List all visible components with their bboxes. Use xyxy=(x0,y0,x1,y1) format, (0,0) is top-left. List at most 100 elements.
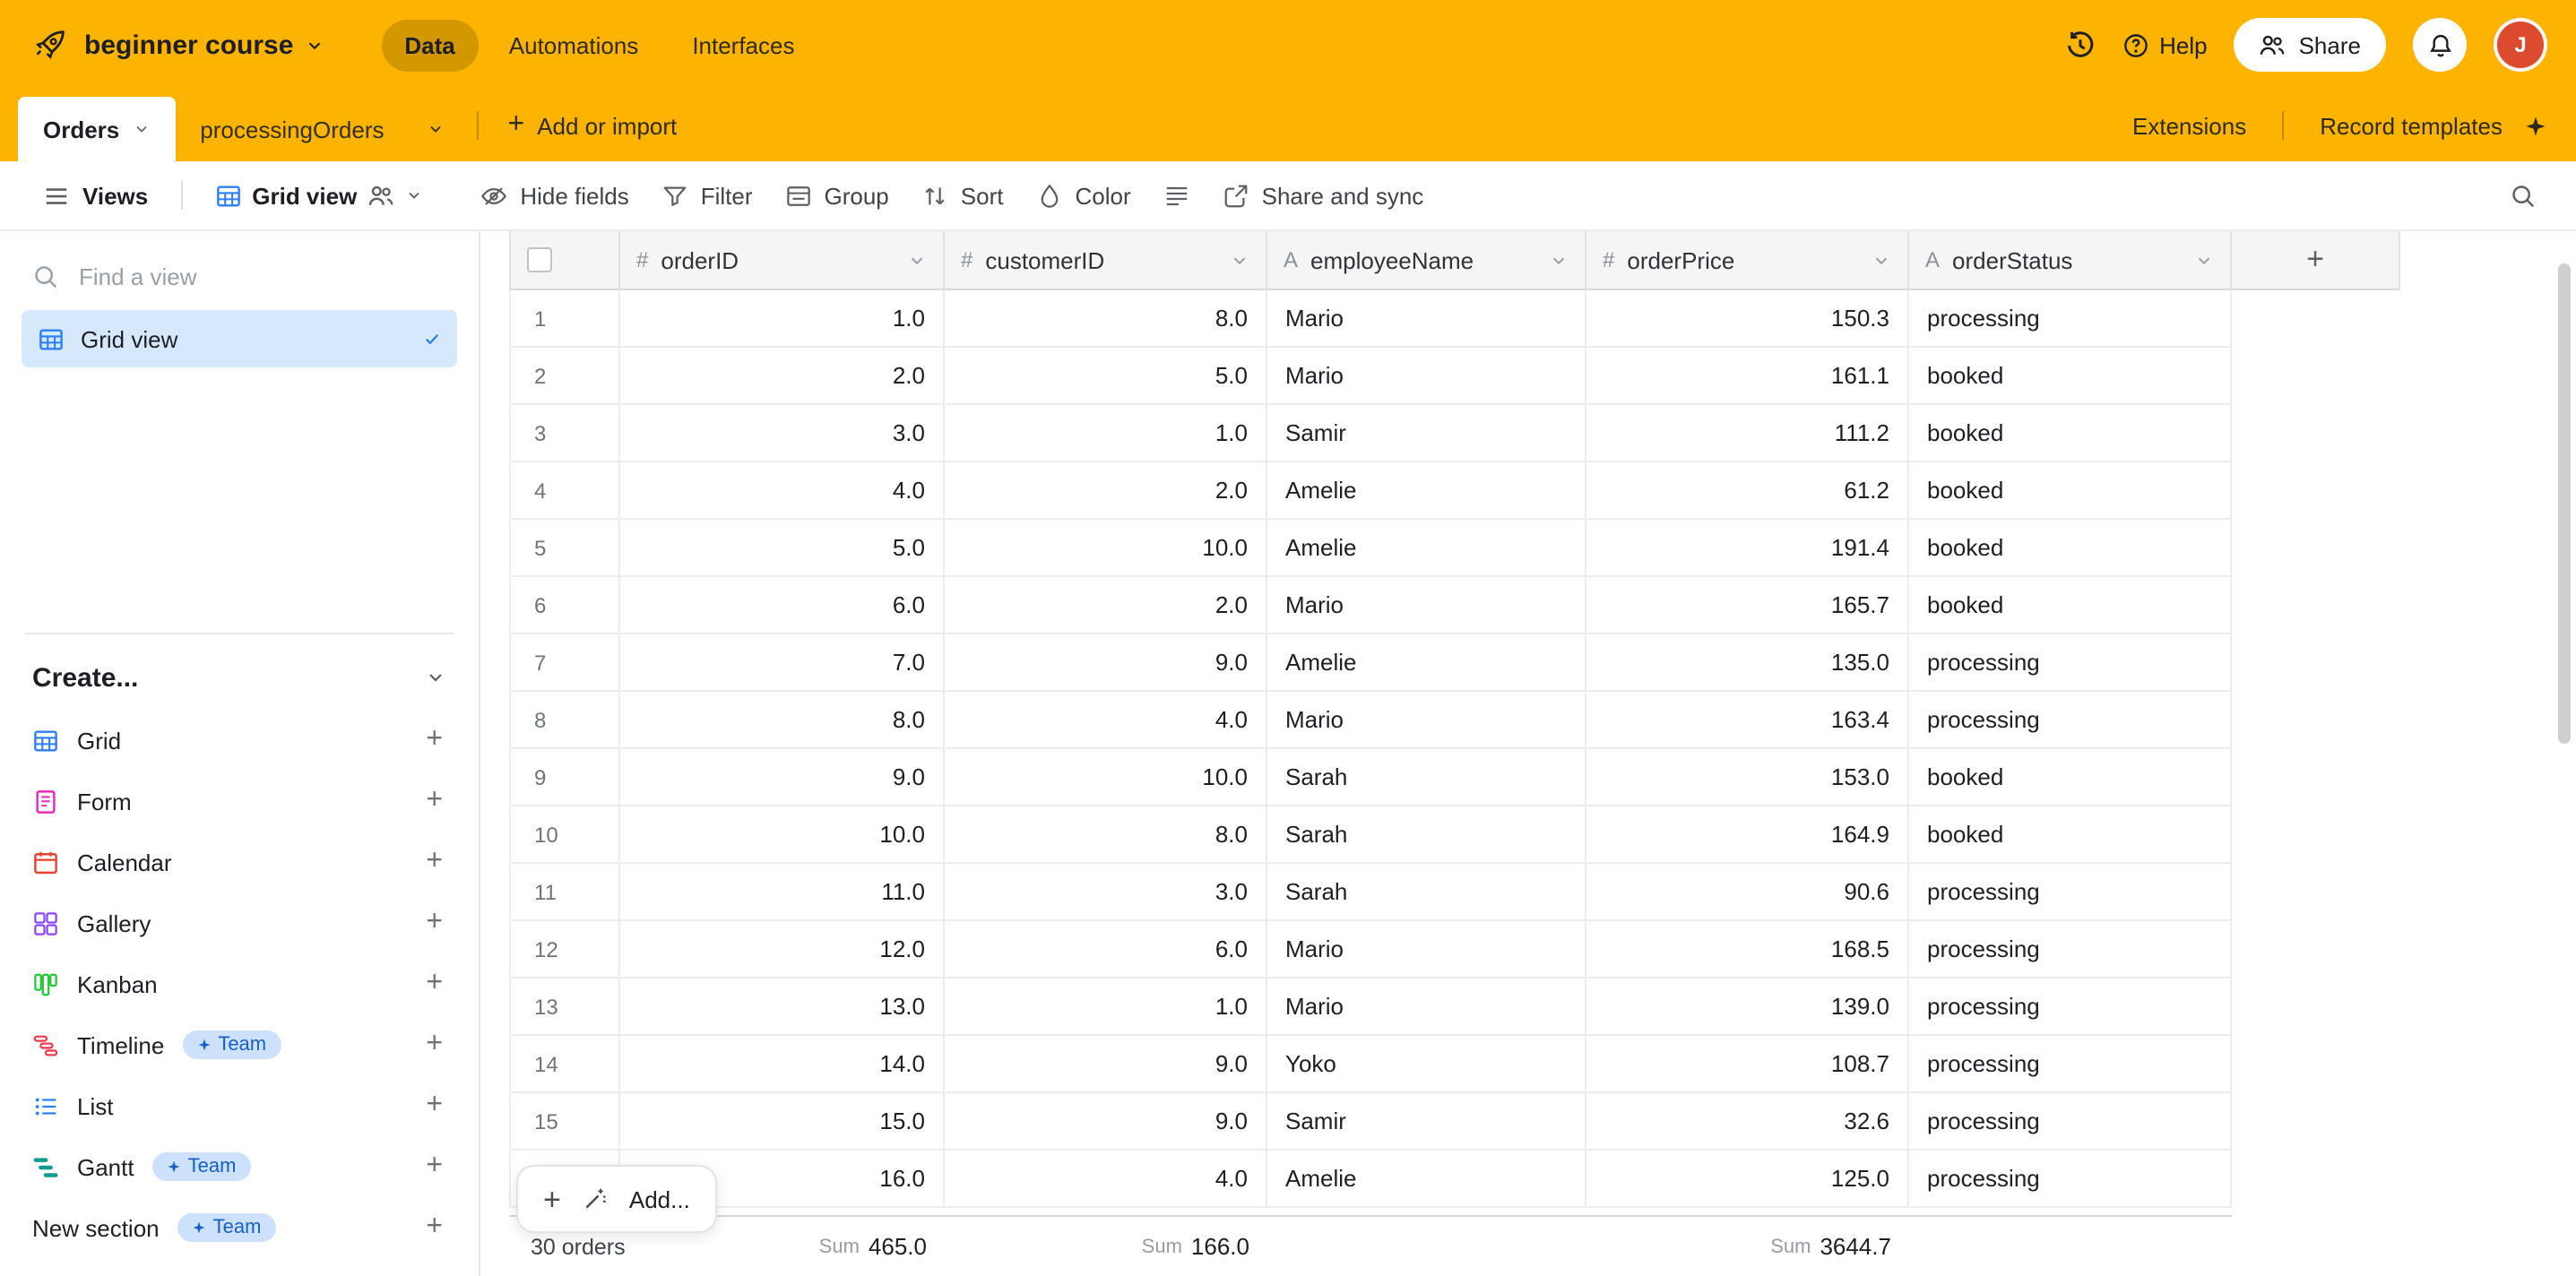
cell-customerID[interactable]: 9.0 xyxy=(945,634,1267,692)
cell-orderID[interactable]: 12.0 xyxy=(620,921,945,979)
cell-employeeName[interactable]: Mario xyxy=(1267,979,1586,1036)
column-header-employeeName[interactable]: AemployeeName xyxy=(1267,231,1586,290)
add-view-button[interactable]: + xyxy=(422,1213,446,1242)
color-button[interactable]: Color xyxy=(1021,171,1145,220)
cell-orderStatus[interactable]: booked xyxy=(1909,520,2232,577)
cell-orderID[interactable]: 14.0 xyxy=(620,1036,945,1093)
add-view-button[interactable]: + xyxy=(422,848,446,876)
row-number[interactable]: 1 xyxy=(509,290,620,348)
cell-orderStatus[interactable]: processing xyxy=(1909,1036,2232,1093)
create-item-gantt[interactable]: GanttTeam+ xyxy=(22,1136,457,1197)
cell-orderID[interactable]: 11.0 xyxy=(620,864,945,921)
row-height-button[interactable] xyxy=(1149,171,1205,220)
row-number[interactable]: 2 xyxy=(509,348,620,405)
add-view-button[interactable]: + xyxy=(422,1091,446,1120)
cell-customerID[interactable]: 2.0 xyxy=(945,577,1267,634)
cell-orderPrice[interactable]: 168.5 xyxy=(1586,921,1909,979)
cell-customerID[interactable]: 10.0 xyxy=(945,749,1267,806)
add-or-import-button[interactable]: + Add or import xyxy=(494,111,692,140)
cell-orderID[interactable]: 13.0 xyxy=(620,979,945,1036)
nav-tab-automations[interactable]: Automations xyxy=(486,19,662,71)
workspace-menu[interactable]: beginner course xyxy=(32,27,324,63)
vertical-scrollbar[interactable] xyxy=(2558,263,2571,744)
cell-orderPrice[interactable]: 161.1 xyxy=(1586,348,1909,405)
history-button[interactable] xyxy=(2064,30,2095,60)
table-tabs-dropdown[interactable] xyxy=(410,97,463,161)
row-number[interactable]: 5 xyxy=(509,520,620,577)
cell-orderStatus[interactable]: booked xyxy=(1909,348,2232,405)
cell-orderPrice[interactable]: 135.0 xyxy=(1586,634,1909,692)
add-record-button[interactable]: + Add... xyxy=(516,1165,717,1233)
add-view-button[interactable]: + xyxy=(422,787,446,815)
cell-orderID[interactable]: 6.0 xyxy=(620,577,945,634)
create-item-list[interactable]: List+ xyxy=(22,1075,457,1136)
cell-orderStatus[interactable]: processing xyxy=(1909,692,2232,749)
row-number[interactable]: 13 xyxy=(509,979,620,1036)
find-view-row[interactable] xyxy=(22,246,457,306)
nav-tab-interfaces[interactable]: Interfaces xyxy=(669,19,817,71)
cell-orderPrice[interactable]: 163.4 xyxy=(1586,692,1909,749)
cell-orderPrice[interactable]: 139.0 xyxy=(1586,979,1909,1036)
views-button[interactable]: Views xyxy=(29,171,162,220)
cell-orderPrice[interactable]: 165.7 xyxy=(1586,577,1909,634)
hide-fields-button[interactable]: Hide fields xyxy=(466,171,643,220)
cell-employeeName[interactable]: Sarah xyxy=(1267,864,1586,921)
share-and-sync-button[interactable]: Share and sync xyxy=(1208,171,1439,220)
cell-employeeName[interactable]: Amelie xyxy=(1267,520,1586,577)
cell-customerID[interactable]: 1.0 xyxy=(945,405,1267,462)
row-number[interactable]: 3 xyxy=(509,405,620,462)
record-templates-button[interactable]: Record templates xyxy=(2320,112,2503,139)
cell-orderPrice[interactable]: 61.2 xyxy=(1586,462,1909,520)
cell-orderStatus[interactable]: booked xyxy=(1909,405,2232,462)
notifications-button[interactable] xyxy=(2413,18,2467,72)
row-number[interactable]: 14 xyxy=(509,1036,620,1093)
column-header-orderPrice[interactable]: #orderPrice xyxy=(1586,231,1909,290)
view-switcher-button[interactable]: Grid view xyxy=(200,171,437,220)
search-button[interactable] xyxy=(2499,171,2547,220)
row-number[interactable]: 6 xyxy=(509,577,620,634)
create-item-grid[interactable]: Grid+ xyxy=(22,710,457,771)
cell-customerID[interactable]: 4.0 xyxy=(945,1151,1267,1208)
cell-employeeName[interactable]: Sarah xyxy=(1267,806,1586,864)
cell-customerID[interactable]: 2.0 xyxy=(945,462,1267,520)
sum-orderPrice[interactable]: Sum3644.7 xyxy=(1586,1233,1909,1260)
cell-orderID[interactable]: 10.0 xyxy=(620,806,945,864)
nav-tab-data[interactable]: Data xyxy=(381,19,478,71)
cell-orderID[interactable]: 5.0 xyxy=(620,520,945,577)
cell-orderStatus[interactable]: booked xyxy=(1909,749,2232,806)
cell-employeeName[interactable]: Amelie xyxy=(1267,462,1586,520)
cell-orderStatus[interactable]: processing xyxy=(1909,864,2232,921)
add-view-button[interactable]: + xyxy=(422,1030,446,1059)
cell-orderID[interactable]: 1.0 xyxy=(620,290,945,348)
cell-orderStatus[interactable]: booked xyxy=(1909,806,2232,864)
sum-customerID[interactable]: Sum166.0 xyxy=(945,1233,1267,1260)
column-header-customerID[interactable]: #customerID xyxy=(945,231,1267,290)
select-all-checkbox[interactable] xyxy=(527,247,552,272)
cell-orderStatus[interactable]: processing xyxy=(1909,1151,2232,1208)
add-view-button[interactable]: + xyxy=(422,726,446,754)
cell-orderPrice[interactable]: 150.3 xyxy=(1586,290,1909,348)
cell-employeeName[interactable]: Mario xyxy=(1267,577,1586,634)
cell-orderID[interactable]: 4.0 xyxy=(620,462,945,520)
sidebar-view-grid-view[interactable]: Grid view xyxy=(22,310,457,367)
cell-orderStatus[interactable]: processing xyxy=(1909,634,2232,692)
cell-customerID[interactable]: 9.0 xyxy=(945,1093,1267,1151)
user-avatar[interactable]: J xyxy=(2494,18,2547,72)
create-item-form[interactable]: Form+ xyxy=(22,771,457,832)
cell-customerID[interactable]: 8.0 xyxy=(945,290,1267,348)
cell-employeeName[interactable]: Samir xyxy=(1267,1093,1586,1151)
create-item-new-section[interactable]: New sectionTeam+ xyxy=(22,1197,457,1258)
cell-customerID[interactable]: 1.0 xyxy=(945,979,1267,1036)
add-field-button[interactable]: + xyxy=(2232,231,2400,290)
group-button[interactable]: Group xyxy=(771,171,903,220)
cell-orderStatus[interactable]: processing xyxy=(1909,1093,2232,1151)
cell-employeeName[interactable]: Mario xyxy=(1267,921,1586,979)
add-view-button[interactable]: + xyxy=(422,909,446,937)
cell-orderStatus[interactable]: booked xyxy=(1909,577,2232,634)
cell-orderPrice[interactable]: 111.2 xyxy=(1586,405,1909,462)
add-view-button[interactable]: + xyxy=(422,1152,446,1181)
cell-customerID[interactable]: 6.0 xyxy=(945,921,1267,979)
cell-employeeName[interactable]: Amelie xyxy=(1267,1151,1586,1208)
cell-orderStatus[interactable]: processing xyxy=(1909,979,2232,1036)
extensions-button[interactable]: Extensions xyxy=(2132,112,2246,139)
